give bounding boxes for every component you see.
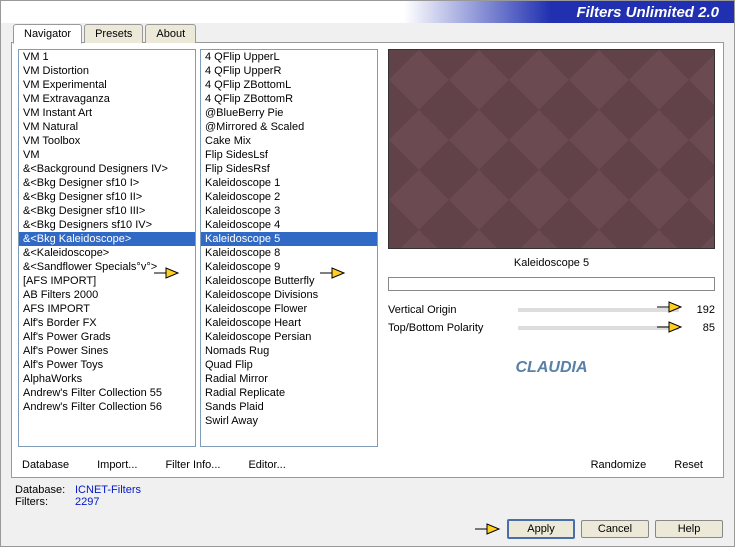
tab-presets[interactable]: Presets	[84, 24, 143, 43]
list-item[interactable]: Kaleidoscope 5	[201, 232, 377, 246]
list-item[interactable]: VM	[19, 148, 195, 162]
list-item[interactable]: Alf's Border FX	[19, 316, 195, 330]
pointer-icon	[473, 519, 501, 539]
list-item[interactable]: Sands Plaid	[201, 400, 377, 414]
preview-image	[388, 49, 715, 249]
help-button[interactable]: Help	[655, 520, 723, 538]
list-item[interactable]: Kaleidoscope 8	[201, 246, 377, 260]
list-item[interactable]: &<Bkg Designer sf10 III>	[19, 204, 195, 218]
filter-list[interactable]: 4 QFlip UpperL4 QFlip UpperR4 QFlip ZBot…	[200, 49, 378, 447]
link-randomize[interactable]: Randomize	[591, 459, 647, 471]
list-item[interactable]: Kaleidoscope 9	[201, 260, 377, 274]
link-filter-info[interactable]: Filter Info...	[165, 459, 220, 471]
list-item[interactable]: 4 QFlip ZBottomL	[201, 78, 377, 92]
list-item[interactable]: @Mirrored & Scaled	[201, 120, 377, 134]
link-editor[interactable]: Editor...	[248, 459, 285, 471]
list-item[interactable]: Alf's Power Sines	[19, 344, 195, 358]
tab-about[interactable]: About	[145, 24, 196, 43]
list-item[interactable]: Kaleidoscope 4	[201, 218, 377, 232]
list-item[interactable]: Kaleidoscope Persian	[201, 330, 377, 344]
list-item[interactable]: &<Bkg Designer sf10 I>	[19, 176, 195, 190]
list-item[interactable]: Quad Flip	[201, 358, 377, 372]
list-item[interactable]: VM 1	[19, 50, 195, 64]
footer-db-value: ICNET-Filters	[75, 484, 141, 496]
footer-buttons: Apply Cancel Help	[473, 519, 723, 539]
list-item[interactable]: &<Bkg Designer sf10 II>	[19, 190, 195, 204]
list-item[interactable]: VM Natural	[19, 120, 195, 134]
list-item[interactable]: AFS IMPORT	[19, 302, 195, 316]
link-reset[interactable]: Reset	[674, 459, 703, 471]
param-value: 192	[685, 304, 715, 316]
pointer-icon	[655, 297, 683, 317]
list-item[interactable]: [AFS IMPORT]	[19, 274, 195, 288]
list-item[interactable]: Kaleidoscope Heart	[201, 316, 377, 330]
list-item[interactable]: @BlueBerry Pie	[201, 106, 377, 120]
list-item[interactable]: Alf's Power Toys	[19, 358, 195, 372]
footer-filters-label: Filters:	[15, 496, 75, 508]
tab-navigator[interactable]: Navigator	[13, 24, 82, 44]
list-item[interactable]: Kaleidoscope 3	[201, 204, 377, 218]
tab-bar: Navigator Presets About	[1, 24, 734, 43]
list-item[interactable]: Kaleidoscope Divisions	[201, 288, 377, 302]
list-item[interactable]: Kaleidoscope Butterfly	[201, 274, 377, 288]
list-item[interactable]: &<Bkg Kaleidoscope>	[19, 232, 195, 246]
list-item[interactable]: &<Kaleidoscope>	[19, 246, 195, 260]
cancel-button[interactable]: Cancel	[581, 520, 649, 538]
list-item[interactable]: Alf's Power Grads	[19, 330, 195, 344]
footer-filters-value: 2297	[75, 496, 99, 508]
link-import[interactable]: Import...	[97, 459, 137, 471]
category-list[interactable]: VM 1VM DistortionVM ExperimentalVM Extra…	[18, 49, 196, 447]
param-row-vertical-origin: Vertical Origin 192	[388, 301, 715, 319]
list-item[interactable]: 4 QFlip UpperL	[201, 50, 377, 64]
list-item[interactable]: Andrew's Filter Collection 55	[19, 386, 195, 400]
progress-bar	[388, 277, 715, 291]
list-item[interactable]: Nomads Rug	[201, 344, 377, 358]
list-item[interactable]: 4 QFlip ZBottomR	[201, 92, 377, 106]
list-item[interactable]: AlphaWorks	[19, 372, 195, 386]
preview-label: Kaleidoscope 5	[388, 249, 715, 277]
param-value: 85	[685, 322, 715, 334]
list-item[interactable]: &<Bkg Designers sf10 IV>	[19, 218, 195, 232]
list-item[interactable]: &<Sandflower Specials°v°>	[19, 260, 195, 274]
list-item[interactable]: VM Toolbox	[19, 134, 195, 148]
list-item[interactable]: VM Experimental	[19, 78, 195, 92]
list-item[interactable]: Swirl Away	[201, 414, 377, 428]
list-item[interactable]: AB Filters 2000	[19, 288, 195, 302]
list-item[interactable]: Kaleidoscope Flower	[201, 302, 377, 316]
apply-button[interactable]: Apply	[507, 519, 575, 539]
list-item[interactable]: 4 QFlip UpperR	[201, 64, 377, 78]
list-item[interactable]: Flip SidesLsf	[201, 148, 377, 162]
list-item[interactable]: VM Distortion	[19, 64, 195, 78]
right-panel: Kaleidoscope 5 Vertical Origin 192 Top/B…	[380, 43, 723, 477]
watermark: CLAUDIA	[388, 359, 715, 377]
footer-db-label: Database:	[15, 484, 75, 496]
list-item[interactable]: Kaleidoscope 2	[201, 190, 377, 204]
bottom-link-bar: Database Import... Filter Info... Editor…	[22, 459, 713, 471]
list-item[interactable]: Radial Replicate	[201, 386, 377, 400]
link-database[interactable]: Database	[22, 459, 69, 471]
list-item[interactable]: VM Instant Art	[19, 106, 195, 120]
list-item[interactable]: Flip SidesRsf	[201, 162, 377, 176]
app-title: Filters Unlimited 2.0	[576, 4, 719, 21]
list-item[interactable]: Andrew's Filter Collection 56	[19, 400, 195, 414]
list-item[interactable]: Cake Mix	[201, 134, 377, 148]
list-item[interactable]: Kaleidoscope 1	[201, 176, 377, 190]
param-label: Vertical Origin	[388, 304, 518, 316]
list-item[interactable]: VM Extravaganza	[19, 92, 195, 106]
header: Filters Unlimited 2.0	[1, 1, 734, 23]
footer-info: Database: ICNET-Filters Filters: 2297	[15, 484, 720, 508]
slider-top-bottom-polarity[interactable]	[518, 326, 679, 330]
main-panel: VM 1VM DistortionVM ExperimentalVM Extra…	[11, 42, 724, 478]
param-row-top-bottom-polarity: Top/Bottom Polarity 85	[388, 319, 715, 337]
list-item[interactable]: &<Background Designers IV>	[19, 162, 195, 176]
slider-vertical-origin[interactable]	[518, 308, 679, 312]
param-label: Top/Bottom Polarity	[388, 322, 518, 334]
list-item[interactable]: Radial Mirror	[201, 372, 377, 386]
